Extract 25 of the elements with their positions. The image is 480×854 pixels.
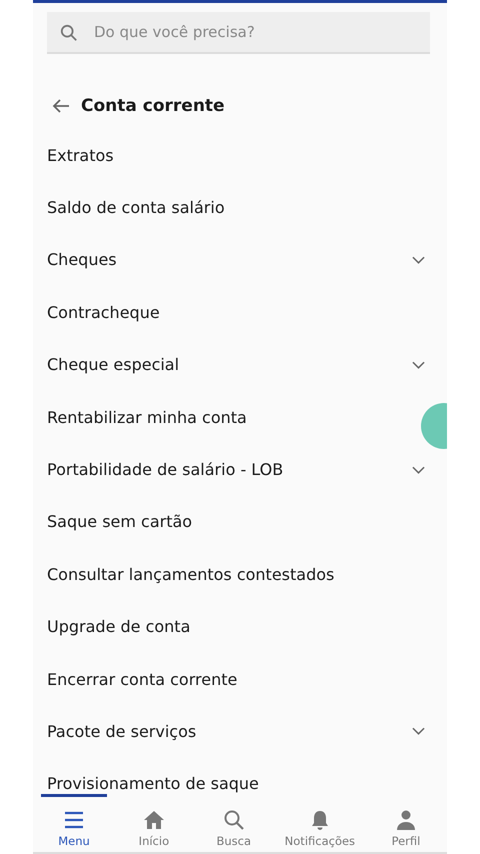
menu-icon — [63, 809, 85, 831]
menu-item[interactable]: Pacote de serviços — [47, 722, 196, 741]
nav-tab[interactable]: Menu — [41, 794, 107, 852]
menu-item[interactable]: Consultar lançamentos contestados — [47, 564, 334, 584]
nav-tab[interactable]: Perfil — [372, 794, 439, 852]
page-title: Conta corrente — [81, 96, 225, 116]
menu-item[interactable]: Portabilidade de salário - LOB — [47, 460, 284, 480]
menu-item[interactable]: Extratos — [47, 146, 114, 165]
menu-item[interactable]: Encerrar conta corrente — [47, 670, 238, 689]
search-field[interactable]: Do que você precisa? — [47, 12, 430, 54]
menu-item[interactable]: Upgrade de conta — [47, 617, 190, 636]
nav-tab[interactable]: Início — [120, 794, 187, 852]
search-icon — [60, 24, 78, 42]
nav-tab[interactable]: Notificações — [280, 794, 360, 852]
nav-tab[interactable]: Busca — [200, 794, 267, 852]
menu-item[interactable]: Provisionamento de saque — [47, 774, 259, 794]
menu-item[interactable]: Cheque especial — [47, 355, 180, 374]
person-icon — [394, 809, 417, 831]
menu-item[interactable]: Contracheque — [47, 302, 160, 322]
menu-item[interactable]: Saque sem cartão — [47, 512, 192, 532]
menu-item[interactable]: Saldo de conta salário — [47, 198, 225, 218]
home-icon — [142, 809, 165, 831]
menu-item[interactable]: Rentabilizar minha conta — [47, 408, 247, 427]
search-icon — [222, 809, 245, 831]
menu-item[interactable]: Cheques — [47, 250, 117, 270]
